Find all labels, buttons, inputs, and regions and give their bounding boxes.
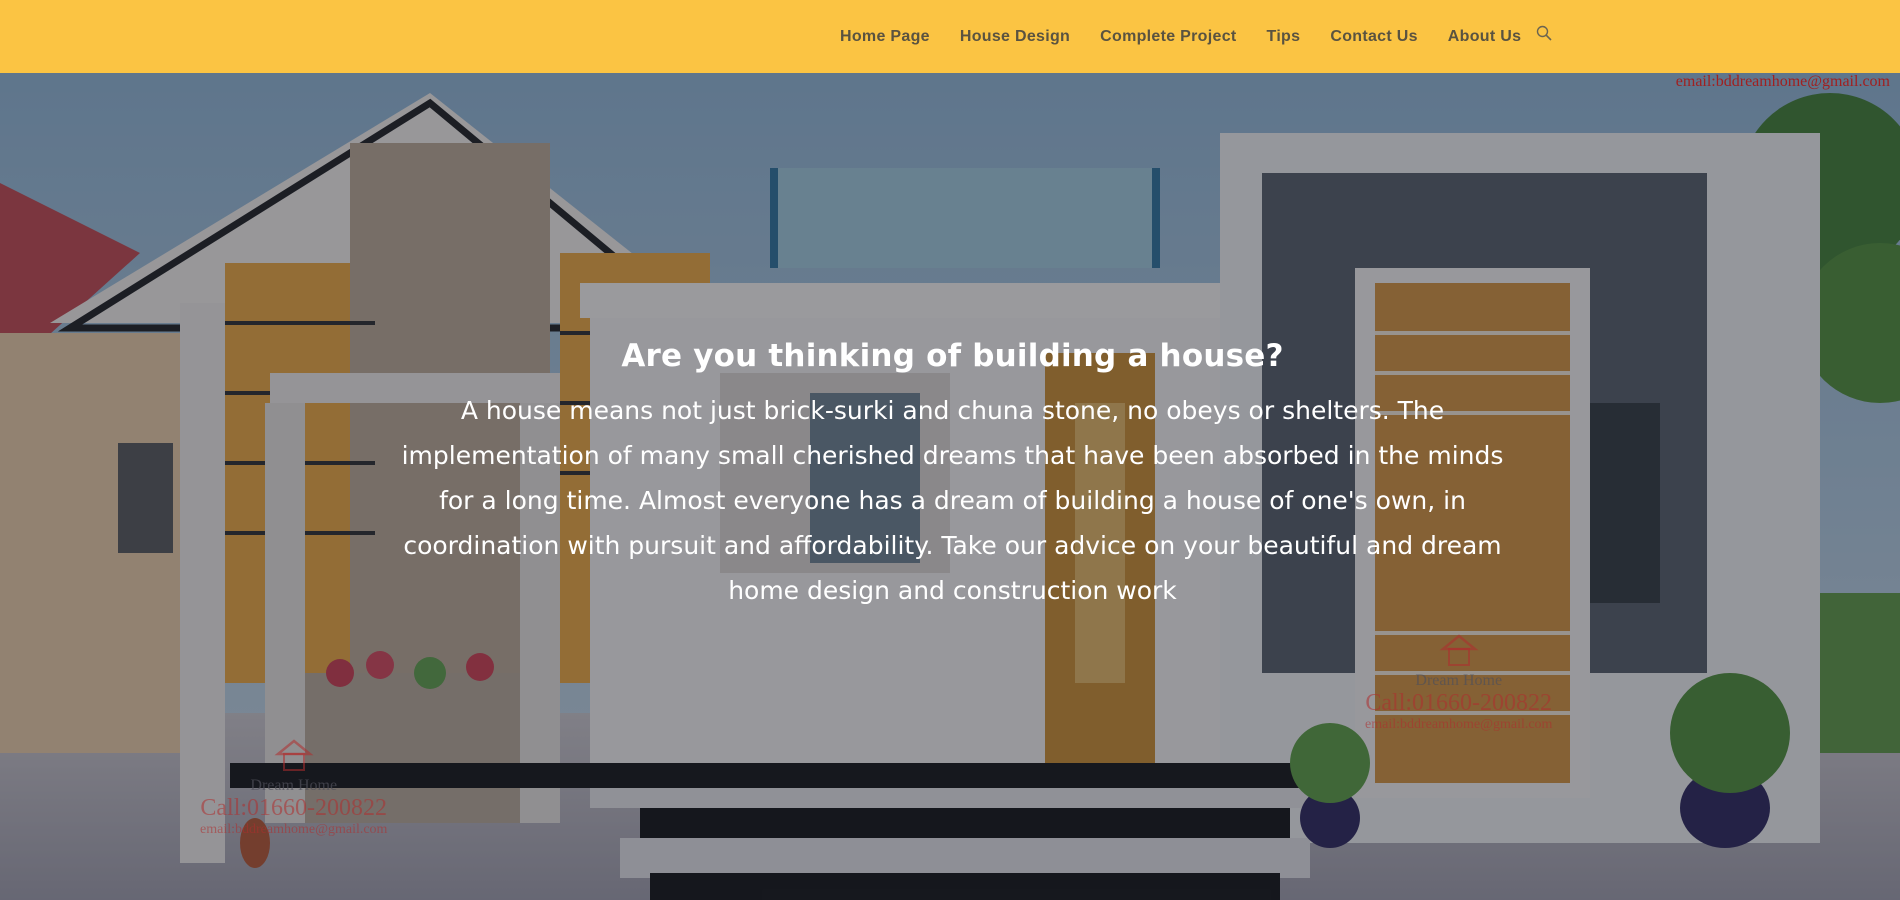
nav-link-contact-us[interactable]: Contact Us (1330, 28, 1417, 46)
watermark-email-top: email:bddreamhome@gmail.com (1675, 73, 1890, 90)
nav-item-house-design[interactable]: House Design (960, 28, 1070, 46)
hero-content: Are you thinking of building a house? A … (380, 338, 1525, 613)
hero-description: A house means not just brick-surki and c… (401, 396, 1504, 605)
nav-item-contact-us[interactable]: Contact Us (1330, 28, 1417, 46)
hero-section: email:bddreamhome@gmail.com Dream Home C… (0, 73, 1900, 900)
watermark-brand: Dream Home (250, 777, 338, 794)
house-logo-icon (274, 739, 314, 771)
nav-link-complete-project[interactable]: Complete Project (1100, 28, 1236, 46)
watermark-brand: Dream Home (1415, 672, 1503, 689)
watermark-email: email:bddreamhome@gmail.com (1365, 717, 1553, 732)
watermark-right: Dream Home Call:01660-200822 email:bddre… (1365, 633, 1552, 733)
nav-item-complete-project[interactable]: Complete Project (1100, 28, 1236, 46)
house-logo-icon (1439, 634, 1479, 666)
nav-link-about-us[interactable]: About Us (1448, 28, 1522, 46)
nav-item-tips[interactable]: Tips (1267, 28, 1301, 46)
main-nav: Home Page House Design Complete Project … (840, 0, 1551, 73)
nav-link-house-design[interactable]: House Design (960, 28, 1070, 46)
site-header: Home Page House Design Complete Project … (0, 0, 1900, 73)
hero-title: Are you thinking of building a house? (621, 338, 1284, 374)
nav-link-tips[interactable]: Tips (1267, 28, 1301, 46)
watermark-call: Call:01660-200822 (200, 795, 388, 821)
watermark-left: Dream Home Call:01660-200822 email:bddre… (200, 738, 387, 838)
nav-item-home[interactable]: Home Page (840, 28, 930, 46)
watermark-email: email:bddreamhome@gmail.com (200, 822, 388, 837)
nav-item-about-us[interactable]: About Us (1448, 28, 1522, 46)
search-icon[interactable] (1536, 25, 1554, 43)
nav-link-home[interactable]: Home Page (840, 28, 930, 46)
watermark-call: Call:01660-200822 (1365, 690, 1553, 716)
